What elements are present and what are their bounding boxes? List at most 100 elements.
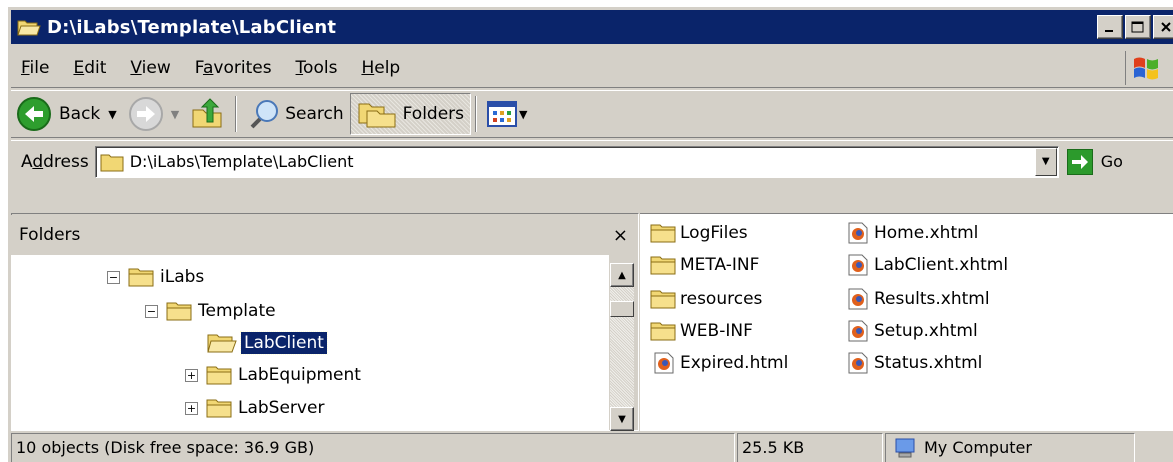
search-button[interactable]: Search (241, 93, 349, 135)
file-name: WEB-INF (680, 321, 753, 341)
folder-icon (650, 224, 676, 243)
tree-item-label: LabEquipment (238, 365, 361, 385)
menu-help-accel: H (361, 57, 375, 78)
tree-item-ilabs[interactable]: − iLabs (107, 261, 204, 293)
folders-pane-header: Folders × (11, 215, 634, 255)
file-name: Results.xhtml (874, 289, 990, 309)
go-button[interactable]: Go (1066, 148, 1123, 175)
folders-pane-title: Folders (19, 225, 81, 245)
maximize-button[interactable] (1125, 15, 1151, 39)
folders-label: Folders (402, 104, 465, 124)
views-button[interactable]: ▼ (481, 93, 533, 135)
list-item[interactable]: resources (650, 284, 762, 314)
firefox-document-icon (848, 288, 868, 310)
tree-item-labclient[interactable]: LabClient (207, 327, 328, 359)
up-folder-icon (192, 98, 222, 128)
menu-tools[interactable]: Tools (296, 58, 338, 78)
list-item[interactable]: Expired.html (654, 348, 788, 378)
address-bar: Address D:\iLabs\Template\LabClient ▼ Go (11, 140, 1173, 182)
list-item[interactable]: LogFiles (650, 218, 748, 248)
minimize-icon (1105, 30, 1113, 32)
back-button[interactable]: Back ▼ (11, 93, 123, 135)
firefox-document-icon (848, 254, 868, 276)
close-button[interactable] (1153, 15, 1173, 39)
menu-view-accel: V (130, 57, 142, 78)
address-dropdown-button[interactable]: ▼ (1034, 147, 1057, 176)
menu-bar: File Edit View Favorites Tools Help (11, 48, 1173, 88)
file-name: Home.xhtml (874, 223, 979, 243)
folders-button[interactable]: Folders (349, 93, 472, 135)
back-dropdown-icon[interactable]: ▼ (108, 108, 116, 121)
list-item[interactable]: Home.xhtml (848, 218, 978, 248)
collapse-icon[interactable]: − (107, 270, 120, 284)
tree-item-labequipment[interactable]: + LabEquipment (185, 359, 361, 391)
menu-favorites-accel: a (202, 57, 214, 78)
folder-icon (206, 399, 232, 418)
folders-icon (358, 103, 396, 128)
search-label: Search (285, 104, 344, 124)
title-bar[interactable]: D:\iLabs\Template\LabClient (11, 10, 1173, 44)
status-objects: 10 objects (Disk free space: 36.9 GB) (11, 432, 735, 462)
file-name: LabClient.xhtml (874, 255, 1009, 275)
tree-item-template[interactable]: − Template (145, 295, 276, 327)
back-label: Back (59, 104, 101, 124)
close-icon (1161, 22, 1171, 32)
list-item[interactable]: Status.xhtml (848, 348, 982, 378)
explorer-window: D:\iLabs\Template\LabClient File Edit Vi… (6, 5, 1173, 462)
menu-edit-label: dit (84, 57, 107, 78)
menu-edit[interactable]: Edit (73, 58, 106, 78)
scroll-up-button[interactable]: ▲ (610, 263, 634, 287)
forward-button[interactable]: ▼ (123, 93, 185, 135)
status-zone: My Computer (885, 432, 1135, 462)
menu-tools-accel: T (295, 57, 304, 78)
collapse-icon[interactable]: − (145, 304, 158, 318)
window-title: D:\iLabs\Template\LabClient (47, 16, 337, 38)
search-icon (250, 100, 279, 129)
file-name: Status.xhtml (874, 353, 983, 373)
folders-pane-close-icon[interactable]: × (613, 225, 628, 246)
expand-icon[interactable]: + (185, 401, 198, 415)
tree-item-label: iLabs (160, 267, 205, 287)
menu-favorites[interactable]: Favorites (195, 58, 272, 78)
address-label-pre: A (21, 151, 33, 172)
list-item[interactable]: Setup.xhtml (848, 316, 978, 346)
tree-item-labserver[interactable]: + LabServer (185, 392, 324, 424)
maximize-icon (1131, 21, 1144, 33)
views-dropdown-icon[interactable]: ▼ (519, 108, 527, 121)
address-input[interactable]: D:\iLabs\Template\LabClient ▼ (94, 145, 1059, 178)
menu-view[interactable]: View (130, 58, 170, 78)
firefox-document-icon (654, 352, 674, 374)
scroll-thumb[interactable] (610, 301, 634, 317)
address-value: D:\iLabs\Template\LabClient (129, 152, 354, 171)
menu-help-label: elp (374, 57, 401, 78)
scroll-down-button[interactable]: ▼ (610, 407, 634, 431)
menu-favorites-pre: F (194, 57, 203, 78)
expand-icon[interactable]: + (185, 368, 198, 382)
list-item[interactable]: WEB-INF (650, 316, 753, 346)
address-label: Address (21, 152, 89, 172)
go-arrow-icon (1066, 148, 1093, 175)
menu-help[interactable]: Help (361, 58, 400, 78)
folder-icon (650, 256, 676, 275)
list-item[interactable]: LabClient.xhtml (848, 250, 1008, 280)
status-size: 25.5 KB (737, 432, 883, 462)
list-item[interactable]: META-INF (650, 250, 759, 280)
folder-tree-scrollbar[interactable]: ▲ ▼ (610, 263, 634, 431)
up-folder-button[interactable] (185, 93, 231, 135)
minimize-button[interactable] (1097, 15, 1123, 39)
address-label-rest: dress (43, 151, 89, 172)
file-name: resources (680, 289, 763, 309)
status-bar: 10 objects (Disk free space: 36.9 GB) 25… (11, 431, 1173, 462)
menu-file-label: ile (29, 57, 50, 78)
file-name: META-INF (680, 255, 760, 275)
list-item[interactable]: Results.xhtml (848, 284, 990, 314)
back-arrow-icon (17, 97, 51, 131)
menu-file[interactable]: File (21, 58, 49, 78)
folder-tree: − iLabs − Template LabClient + LabEquipm… (11, 255, 609, 431)
firefox-document-icon (848, 320, 868, 342)
tree-item-label: LabServer (238, 398, 325, 418)
folder-icon (650, 322, 676, 341)
forward-dropdown-icon[interactable]: ▼ (171, 108, 179, 121)
toolbar-separator (475, 96, 478, 132)
file-name: LogFiles (680, 223, 748, 243)
